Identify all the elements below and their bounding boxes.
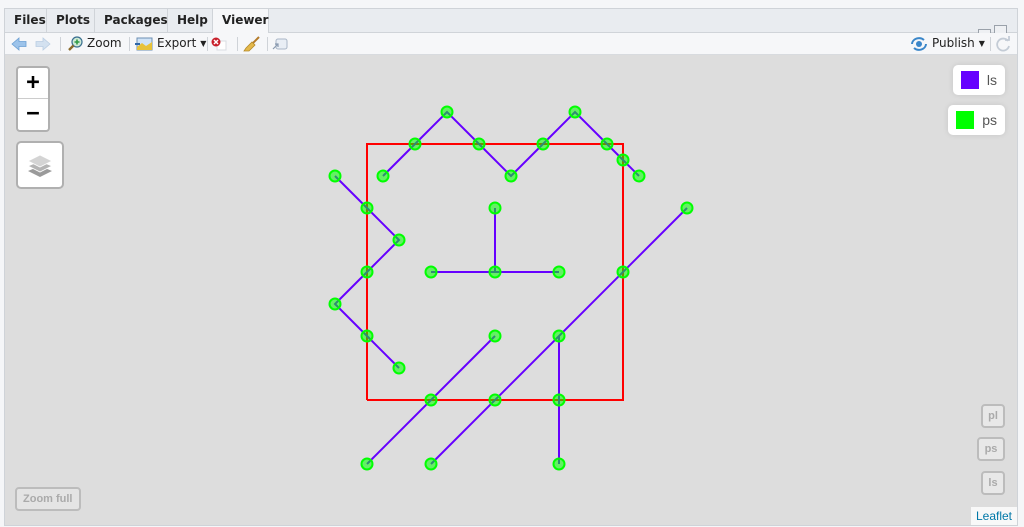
back-button[interactable] [11,35,27,52]
publish-button[interactable]: Publish ▼ [910,35,985,52]
legend-swatch [956,111,975,129]
point-marker [424,265,438,279]
chevron-down-icon: ▼ [200,39,207,48]
point-marker [392,361,406,375]
toolbar-divider [990,37,991,51]
point-marker [632,169,646,183]
tab-label: Viewer [222,13,269,27]
legend-label: ps [982,112,997,128]
point-marker [680,201,694,215]
point-marker [360,265,374,279]
clear-viewer-button[interactable] [243,35,261,52]
toolbar-divider [60,37,61,51]
toolbar-divider [129,37,130,51]
point-marker [488,393,502,407]
tab-label: Files [14,13,46,27]
publish-icon [911,36,927,51]
point-marker [360,329,374,343]
refresh-button[interactable] [995,35,1011,52]
point-marker [552,393,566,407]
legend-swatch [960,71,979,89]
export-button[interactable]: Export ▼ [135,35,206,52]
layer-toggle-ps[interactable]: ps [977,437,1005,461]
point-marker [616,265,630,279]
tab-bar: Files Plots Packages Help Viewer [5,9,1017,35]
tab-plots[interactable]: Plots [47,9,95,32]
zoom-full-button[interactable]: Zoom full [15,487,81,511]
tab-viewer[interactable]: Viewer [213,9,269,33]
viewer-pane: Files Plots Packages Help Viewer Zoom Ex… [4,8,1018,526]
tab-label: Packages [104,13,168,27]
layer-toggle-pl[interactable]: pl [981,404,1005,428]
export-image-icon [135,37,153,50]
point-marker [440,105,454,119]
toolbar-divider [207,37,208,51]
point-marker [488,265,502,279]
point-marker [360,457,374,471]
toolbar-divider [237,37,238,51]
tab-files[interactable]: Files [5,9,47,32]
point-marker [488,201,502,215]
point-marker [408,137,422,151]
arrow-right-icon [35,36,51,51]
tab-help[interactable]: Help [168,9,213,32]
tab-packages[interactable]: Packages [95,9,168,32]
broom-icon [243,35,260,51]
zoom-control: + − [16,66,50,132]
zoom-in-button[interactable]: + [18,68,48,99]
zoom-label: Zoom [87,36,122,50]
point-marker [424,457,438,471]
remove-viewer-button[interactable] [211,35,227,52]
point-marker [552,457,566,471]
point-marker [488,329,502,343]
point-marker [504,169,518,183]
leaflet-map[interactable]: + − ls ps pl ps ls Zoom full Leaflet [5,55,1017,525]
point-marker [568,105,582,119]
point-marker [472,137,486,151]
arrow-left-icon [11,36,27,51]
map-features [328,105,694,471]
point-marker [536,137,550,151]
point-marker [376,169,390,183]
chevron-down-icon: ▼ [978,39,985,48]
publish-label: Publish [932,36,975,50]
point-marker [616,153,630,167]
show-in-new-window-button[interactable] [271,35,289,52]
point-marker [360,201,374,215]
point-marker [328,297,342,311]
viewer-toolbar: Zoom Export ▼ Publish ▼ [5,33,1017,55]
point-marker [600,137,614,151]
remove-viewer-icon [211,37,227,50]
legend-ls: ls [952,65,1005,95]
layer-toggle-ls[interactable]: ls [981,471,1005,495]
tab-label: Help [177,13,208,27]
show-in-new-window-icon [272,38,288,49]
point-marker [328,169,342,183]
legend-label: ls [986,72,997,88]
legend-ps: ps [948,105,1005,135]
point-marker [552,265,566,279]
tab-label: Plots [56,13,91,27]
refresh-icon [996,35,1010,51]
point-marker [392,233,406,247]
point-marker [552,329,566,343]
zoom-out-button[interactable]: − [18,99,48,129]
layers-icon [27,154,53,177]
export-label: Export [157,36,197,50]
leaflet-attribution-link[interactable]: Leaflet [970,507,1017,525]
zoom-button[interactable]: Zoom [67,35,122,52]
toolbar-divider [267,37,268,51]
zoom-icon [68,35,83,51]
point-marker [424,393,438,407]
layers-control-button[interactable] [16,141,64,189]
forward-button[interactable] [35,35,51,52]
